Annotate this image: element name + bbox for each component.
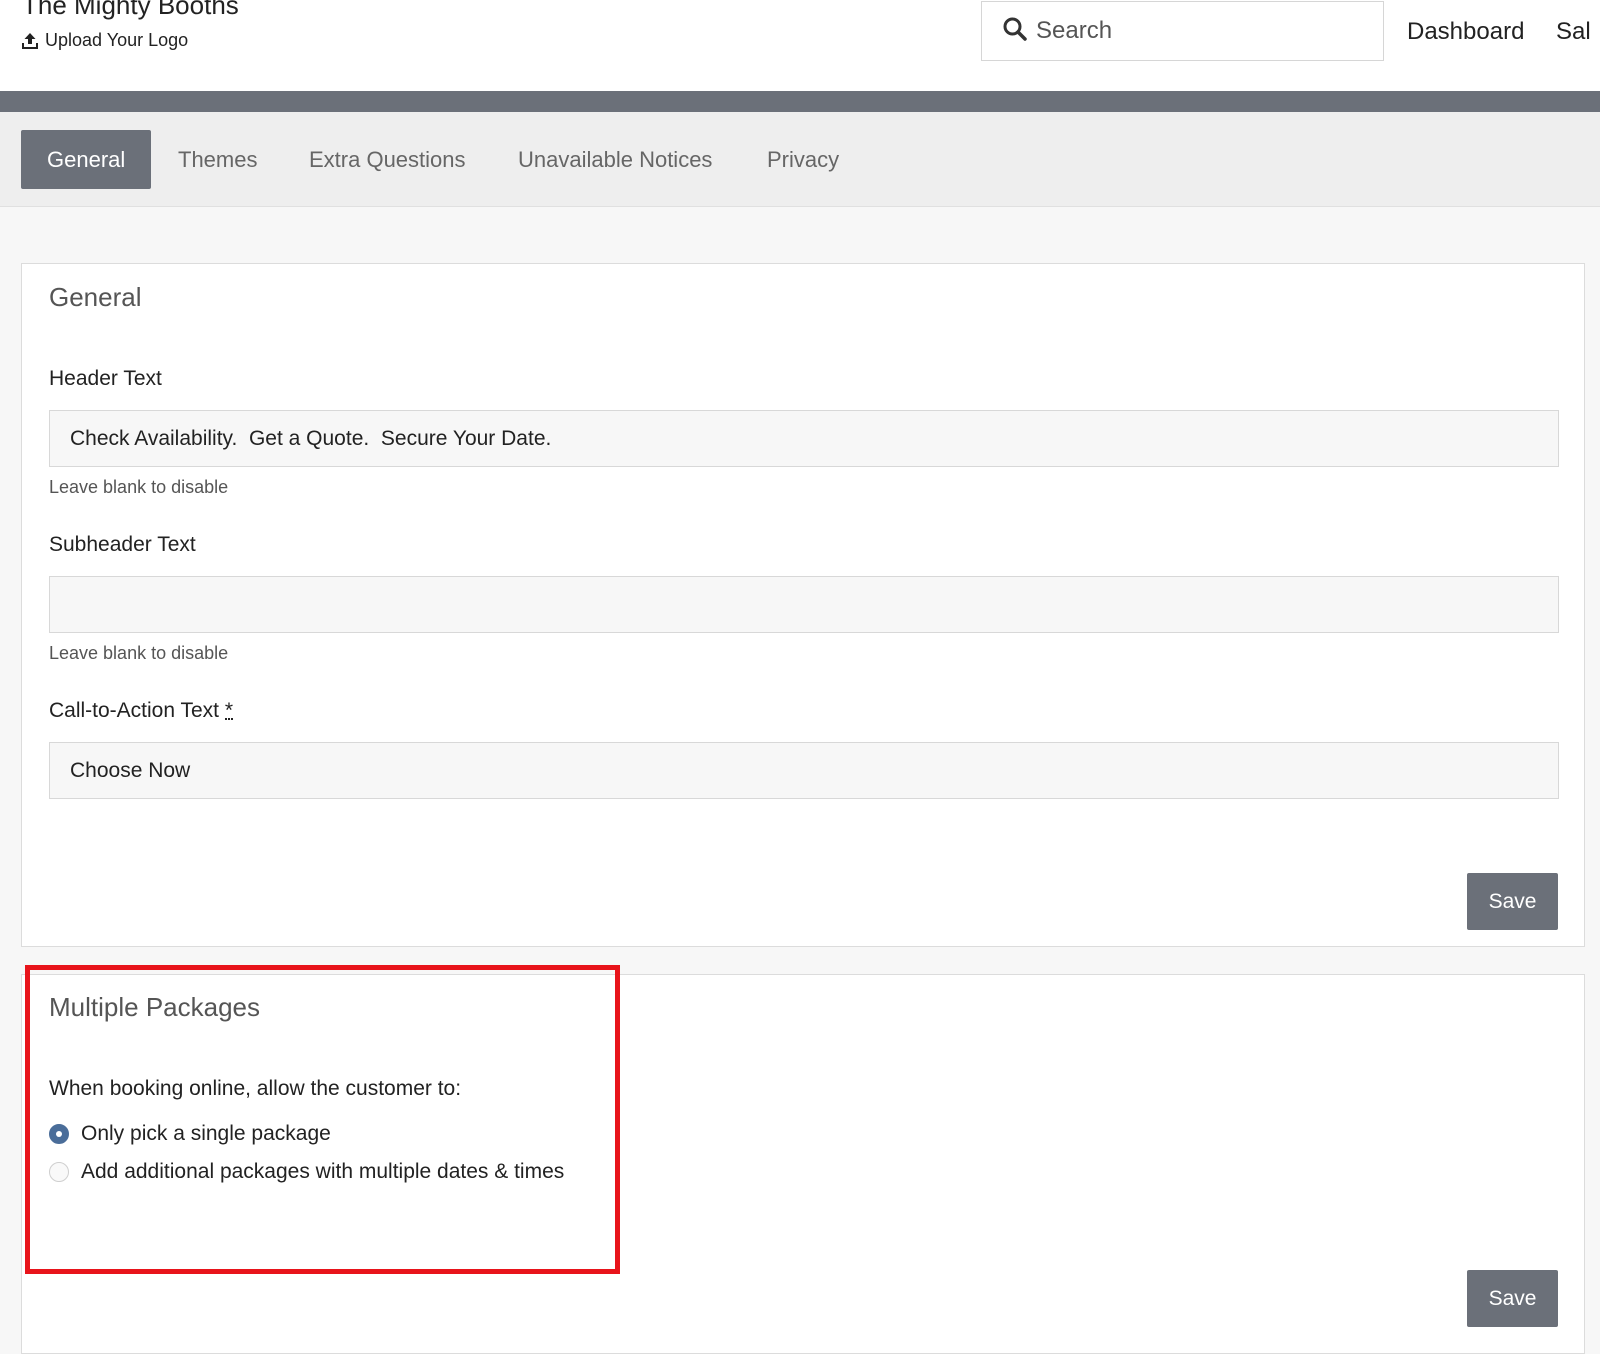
cta-text-label: Call-to-Action Text * — [49, 699, 234, 723]
settings-tabs: General Themes Extra Questions Unavailab… — [0, 112, 1600, 207]
subheader-text-input[interactable] — [49, 576, 1559, 633]
multiple-packages-panel: Multiple Packages When booking online, a… — [21, 974, 1585, 1354]
option-multiple-packages[interactable]: Add additional packages with multiple da… — [49, 1160, 564, 1184]
radio-unselected[interactable] — [49, 1162, 69, 1182]
nav-sales[interactable]: Sal — [1556, 18, 1591, 46]
tab-general[interactable]: General — [21, 130, 151, 189]
packages-save-button[interactable]: Save — [1467, 1270, 1558, 1327]
subheader-text-label: Subheader Text — [49, 533, 196, 556]
header-text-input[interactable] — [49, 410, 1559, 467]
search-input[interactable] — [1036, 17, 1366, 45]
general-panel-title: General — [49, 282, 142, 312]
option-multiple-packages-label: Add additional packages with multiple da… — [81, 1160, 565, 1183]
general-save-button[interactable]: Save — [1467, 873, 1558, 930]
radio-selected[interactable] — [49, 1124, 69, 1144]
required-marker: * — [224, 699, 234, 722]
nav-dashboard[interactable]: Dashboard — [1407, 18, 1524, 46]
header-divider — [0, 91, 1600, 112]
tab-privacy[interactable]: Privacy — [767, 130, 839, 189]
tab-themes[interactable]: Themes — [178, 130, 257, 189]
booking-prompt: When booking online, allow the customer … — [49, 1077, 462, 1100]
option-single-package[interactable]: Only pick a single package — [49, 1122, 331, 1146]
tab-extra-questions[interactable]: Extra Questions — [309, 130, 466, 189]
upload-icon — [21, 32, 39, 50]
option-single-package-label: Only pick a single package — [81, 1122, 331, 1145]
multiple-packages-title: Multiple Packages — [49, 992, 260, 1022]
cta-text-label-text: Call-to-Action Text — [49, 699, 220, 722]
subheader-text-help: Leave blank to disable — [49, 643, 229, 663]
brand-name: The Mighty Booths — [22, 0, 239, 20]
tab-unavailable-notices[interactable]: Unavailable Notices — [518, 130, 712, 189]
header-text-label: Header Text — [49, 367, 162, 390]
search-icon — [1002, 16, 1028, 47]
upload-logo-label: Upload Your Logo — [45, 30, 189, 50]
search-box[interactable] — [981, 1, 1384, 61]
top-header: The Mighty Booths Upload Your Logo Dashb… — [0, 0, 1600, 91]
cta-text-input[interactable] — [49, 742, 1559, 799]
header-text-help: Leave blank to disable — [49, 477, 229, 497]
general-panel: General Header Text Leave blank to disab… — [21, 263, 1585, 947]
upload-logo-link[interactable]: Upload Your Logo — [21, 30, 188, 51]
